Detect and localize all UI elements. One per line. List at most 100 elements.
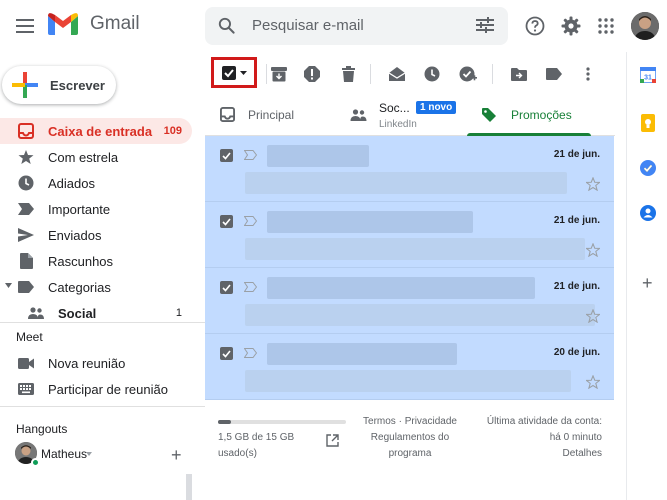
- tab-label: Soc...: [379, 101, 410, 115]
- sidebar-item-label: Importante: [48, 201, 111, 217]
- blurred-subject: [245, 304, 595, 326]
- gmail-logo[interactable]: Gmail: [48, 13, 140, 35]
- main-menu-icon[interactable]: [10, 12, 40, 40]
- row-checkbox[interactable]: [220, 149, 233, 162]
- more-options-icon[interactable]: [578, 64, 598, 84]
- email-row[interactable]: 20 de jun.: [205, 334, 614, 400]
- email-row[interactable]: 21 de jun.: [205, 268, 614, 334]
- add-to-tasks-icon[interactable]: [458, 64, 478, 84]
- email-row[interactable]: 21 de jun.: [205, 136, 614, 202]
- mark-as-read-icon[interactable]: [387, 64, 407, 84]
- account-avatar[interactable]: [631, 12, 659, 40]
- star-toggle-icon[interactable]: [586, 243, 600, 257]
- blurred-sender: [267, 343, 457, 365]
- top-header: Gmail Pesquisar e-mail: [0, 0, 667, 52]
- divider: [0, 322, 205, 323]
- star-toggle-icon[interactable]: [586, 375, 600, 389]
- people-tab-icon: [350, 109, 367, 121]
- get-addons-plus-icon[interactable]: +: [642, 274, 653, 292]
- hangouts-user-name[interactable]: Matheus: [41, 447, 87, 461]
- blurred-sender: [267, 277, 535, 299]
- email-list: 21 de jun. 21 de jun. 21 de jun. 20 de j…: [205, 136, 614, 400]
- last-activity: Última atividade da conta: há 0 minuto D…: [474, 414, 602, 462]
- add-hangout-plus-icon[interactable]: +: [171, 446, 182, 464]
- tab-principal[interactable]: Principal: [205, 94, 333, 135]
- side-panel-rail: 31 +: [626, 52, 667, 500]
- sidebar-item-snoozed[interactable]: Adiados: [0, 170, 192, 196]
- contacts-icon[interactable]: [640, 205, 656, 221]
- user-status-dropdown-icon[interactable]: [86, 452, 92, 456]
- star-toggle-icon[interactable]: [586, 309, 600, 323]
- important-marker-icon[interactable]: [244, 348, 257, 358]
- video-icon: [17, 354, 35, 372]
- open-in-new-icon[interactable]: [326, 434, 339, 447]
- tab-label: Promoções: [511, 108, 572, 122]
- storage-usage-fill: [218, 420, 231, 424]
- search-bar[interactable]: Pesquisar e-mail: [205, 7, 508, 45]
- sidebar-item-label: Adiados: [48, 175, 95, 191]
- compose-button[interactable]: Escrever: [2, 66, 116, 104]
- blurred-subject: [245, 172, 567, 194]
- search-options-icon[interactable]: [476, 17, 494, 33]
- meet-section-title: Meet: [16, 330, 43, 344]
- sidebar-item-starred[interactable]: Com estrela: [0, 144, 192, 170]
- sidebar-item-categories[interactable]: Categorias: [0, 274, 192, 300]
- select-all-checkbox[interactable]: [211, 57, 257, 88]
- move-to-folder-icon[interactable]: [509, 64, 529, 84]
- terms-link[interactable]: Termos: [363, 416, 396, 427]
- storage-text: 1,5 GB de 15 GB usado(s): [218, 432, 295, 459]
- meet-join-meeting[interactable]: Participar de reunião: [0, 376, 192, 402]
- caret-down-icon[interactable]: [5, 283, 12, 289]
- archive-icon[interactable]: [269, 64, 289, 84]
- sidebar-item-drafts[interactable]: Rascunhos: [0, 248, 192, 274]
- label-tag-icon[interactable]: [544, 64, 564, 84]
- clock-icon: [17, 174, 35, 192]
- sidebar-item-inbox[interactable]: Caixa de entrada 109: [0, 118, 192, 144]
- important-marker-icon[interactable]: [244, 150, 257, 160]
- email-date: 21 de jun.: [553, 281, 600, 292]
- keep-icon[interactable]: [641, 114, 655, 132]
- blurred-subject: [245, 238, 585, 260]
- star-toggle-icon[interactable]: [586, 177, 600, 191]
- details-link[interactable]: Detalhes: [563, 448, 602, 459]
- toolbar-separator: [370, 64, 371, 84]
- social-count: 1: [175, 307, 182, 319]
- help-icon[interactable]: [523, 14, 547, 38]
- search-icon[interactable]: [217, 16, 236, 35]
- new-count-badge: 1 novo: [416, 101, 457, 114]
- row-checkbox[interactable]: [220, 215, 233, 228]
- meet-new-meeting[interactable]: Nova reunião: [0, 350, 192, 376]
- storage-usage-bar: [218, 420, 346, 424]
- last-activity-text: Última atividade da conta: há 0 minuto: [486, 416, 602, 443]
- apps-grid-icon[interactable]: [594, 14, 618, 38]
- settings-gear-icon[interactable]: [559, 14, 583, 38]
- blurred-subject: [245, 370, 571, 392]
- program-policies-link[interactable]: Regulamentos do programa: [371, 432, 449, 459]
- row-checkbox[interactable]: [220, 347, 233, 360]
- tab-promocoes[interactable]: Promoções: [467, 94, 591, 135]
- tag-icon: [482, 108, 496, 122]
- sidebar-scrollbar[interactable]: [186, 474, 192, 500]
- search-input[interactable]: Pesquisar e-mail: [252, 17, 364, 34]
- tasks-icon[interactable]: [640, 160, 656, 176]
- important-marker-icon[interactable]: [244, 216, 257, 226]
- tab-sublabel: LinkedIn: [379, 119, 417, 130]
- row-checkbox[interactable]: [220, 281, 233, 294]
- calendar-icon[interactable]: 31: [640, 67, 656, 83]
- sidebar-item-label: Enviados: [48, 227, 102, 243]
- online-status-dot: [31, 458, 40, 467]
- sidebar-item-sent[interactable]: Enviados: [0, 222, 192, 248]
- compose-plus-icon: [12, 72, 38, 98]
- svg-text:31: 31: [644, 75, 652, 82]
- snooze-clock-icon[interactable]: [422, 64, 442, 84]
- email-row[interactable]: 21 de jun.: [205, 202, 614, 268]
- delete-trash-icon[interactable]: [338, 64, 358, 84]
- select-dropdown-caret-icon[interactable]: [239, 70, 247, 75]
- privacy-link[interactable]: Privacidade: [405, 416, 457, 427]
- report-spam-icon[interactable]: [302, 64, 322, 84]
- important-marker-icon[interactable]: [244, 282, 257, 292]
- toolbar-separator: [492, 64, 493, 84]
- sidebar-item-important[interactable]: Importante: [0, 196, 192, 222]
- sidebar-item-label: Com estrela: [48, 149, 119, 165]
- sidebar-item-label: Rascunhos: [48, 253, 114, 269]
